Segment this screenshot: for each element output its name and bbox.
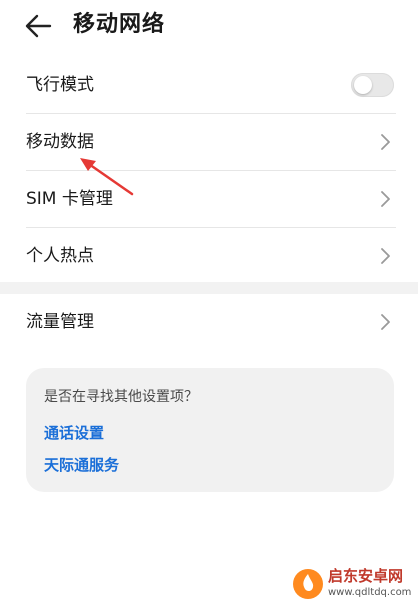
data-usage-label: 流量管理 [26, 312, 94, 332]
data-usage-row[interactable]: 流量管理 [0, 294, 418, 350]
sim-management-row[interactable]: SIM 卡管理 [0, 171, 418, 227]
annotation-arrow [80, 158, 134, 196]
arrow-left-icon [25, 14, 52, 38]
suggestion-title: 是否在寻找其他设置项？ [44, 389, 198, 405]
watermark-logo-icon [293, 569, 323, 599]
watermark: 启东安卓网 www.qdltdq.com [292, 566, 418, 606]
section-gap [0, 282, 418, 294]
mobile-data-row[interactable]: 移动数据 [0, 114, 418, 170]
tianjitong-service-link[interactable]: 天际通服务 [44, 454, 119, 475]
header: 移动网络 [0, 0, 418, 52]
toggle-knob [354, 76, 372, 94]
hotspot-row[interactable]: 个人热点 [0, 228, 418, 284]
back-button[interactable] [22, 9, 56, 43]
watermark-name: 启东安卓网 [328, 567, 404, 585]
chevron-right-icon [381, 191, 390, 207]
hotspot-label: 个人热点 [26, 246, 94, 266]
page-title: 移动网络 [73, 12, 166, 37]
airplane-mode-label: 飞行模式 [26, 75, 94, 95]
airplane-mode-toggle[interactable] [351, 73, 394, 97]
call-settings-link[interactable]: 通话设置 [44, 422, 104, 443]
chevron-right-icon [381, 314, 390, 330]
chevron-right-icon [381, 248, 390, 264]
chevron-right-icon [381, 134, 390, 150]
suggestion-card: 是否在寻找其他设置项？ 通话设置 天际通服务 [26, 368, 394, 492]
watermark-url: www.qdltdq.com [328, 587, 412, 598]
